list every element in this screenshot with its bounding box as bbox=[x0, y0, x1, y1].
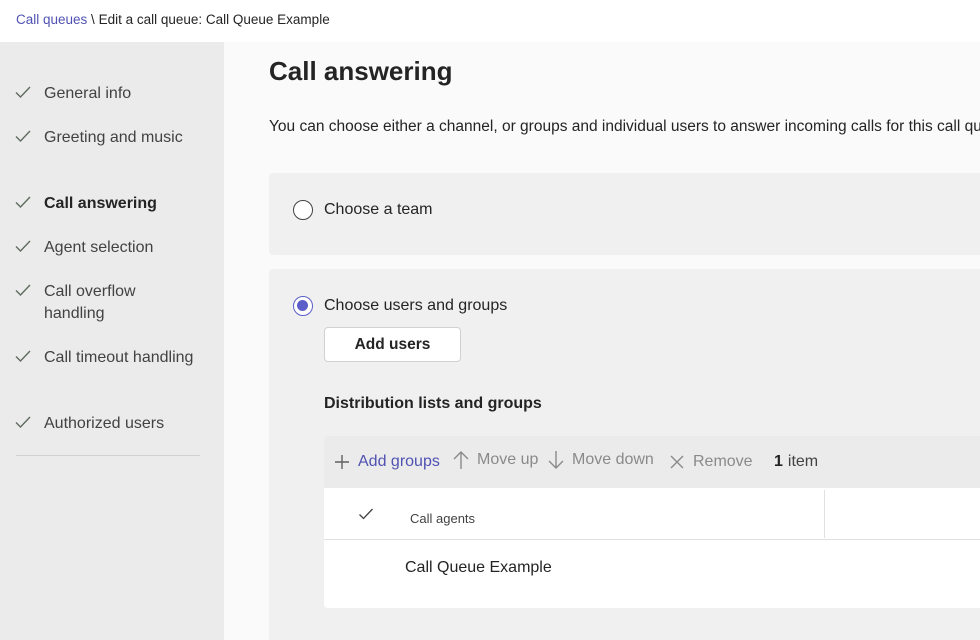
checkmark-icon bbox=[14, 83, 32, 101]
choose-team-label[interactable]: Choose a team bbox=[324, 201, 433, 219]
choose-users-label[interactable]: Choose users and groups bbox=[324, 297, 507, 315]
page-title: Call answering bbox=[269, 56, 453, 86]
sidebar-item-label: General info bbox=[44, 85, 132, 102]
section-title: Distribution lists and groups bbox=[324, 395, 542, 412]
breadcrumb-separator: \ bbox=[87, 12, 99, 27]
remove-button[interactable]: Remove bbox=[667, 436, 753, 488]
checkmark-icon bbox=[14, 347, 32, 365]
move-down-button[interactable]: Move down bbox=[546, 434, 654, 486]
sidebar-item-label: Agent selection bbox=[44, 239, 154, 256]
arrow-down-icon bbox=[546, 450, 566, 470]
add-groups-label: Add groups bbox=[358, 453, 440, 470]
top-bar: Call queues \ Edit a call queue: Call Qu… bbox=[0, 0, 980, 42]
call-agents-table: Call agents Call Queue Example bbox=[324, 488, 980, 608]
call-agent-name: Call Queue Example bbox=[405, 559, 552, 576]
choose-team-radio[interactable] bbox=[293, 200, 313, 220]
add-groups-button[interactable]: Add groups bbox=[332, 436, 440, 488]
breadcrumb-call-queues-link[interactable]: Call queues bbox=[16, 12, 87, 27]
table-row[interactable]: Call Queue Example bbox=[324, 541, 980, 603]
sidebar-item-label: Call answering bbox=[44, 195, 157, 212]
groups-toolbar: Add groups Move up Move down Remove 1 ite… bbox=[324, 436, 980, 488]
item-count-number: 1 bbox=[774, 453, 783, 470]
add-users-button[interactable]: Add users bbox=[324, 327, 461, 362]
sidebar-divider bbox=[16, 455, 200, 456]
choose-team-card: Choose a team bbox=[269, 173, 980, 255]
move-up-label: Move up bbox=[477, 451, 539, 468]
sidebar-item-label: Call timeout handling bbox=[44, 349, 194, 366]
breadcrumb-current: Edit a call queue: Call Queue Example bbox=[98, 12, 330, 27]
item-count: 1 item bbox=[774, 436, 818, 488]
close-icon bbox=[667, 452, 687, 472]
column-separator bbox=[824, 490, 825, 538]
checkmark-icon bbox=[14, 281, 32, 299]
table-header: Call agents bbox=[324, 488, 980, 540]
page-description: You can choose either a channel, or grou… bbox=[269, 118, 980, 135]
sidebar-item-label: Authorized users bbox=[44, 415, 165, 432]
choose-users-radio[interactable] bbox=[293, 296, 313, 316]
remove-label: Remove bbox=[693, 453, 753, 470]
sidebar-nav: General info Greeting and music Call ans… bbox=[0, 42, 224, 640]
sidebar-item-label: Call overflow handling bbox=[44, 283, 136, 322]
move-down-label: Move down bbox=[572, 451, 654, 468]
column-header-call-agents[interactable]: Call agents bbox=[410, 511, 475, 526]
arrow-up-icon bbox=[451, 450, 471, 470]
plus-icon bbox=[332, 452, 352, 472]
sidebar-item-label: Greeting and music bbox=[44, 129, 183, 146]
breadcrumb: Call queues \ Edit a call queue: Call Qu… bbox=[16, 12, 330, 27]
checkmark-icon bbox=[14, 413, 32, 431]
choose-users-card: Choose users and groups Add users Distri… bbox=[269, 269, 980, 640]
move-up-button[interactable]: Move up bbox=[451, 434, 538, 486]
checkmark-icon bbox=[14, 127, 32, 145]
item-count-label: item bbox=[787, 453, 819, 470]
checkmark-icon bbox=[14, 237, 32, 255]
main-content: Call answering You can choose either a c… bbox=[224, 42, 980, 640]
select-all-checkmark-icon[interactable] bbox=[358, 506, 374, 527]
checkmark-icon bbox=[14, 193, 32, 211]
